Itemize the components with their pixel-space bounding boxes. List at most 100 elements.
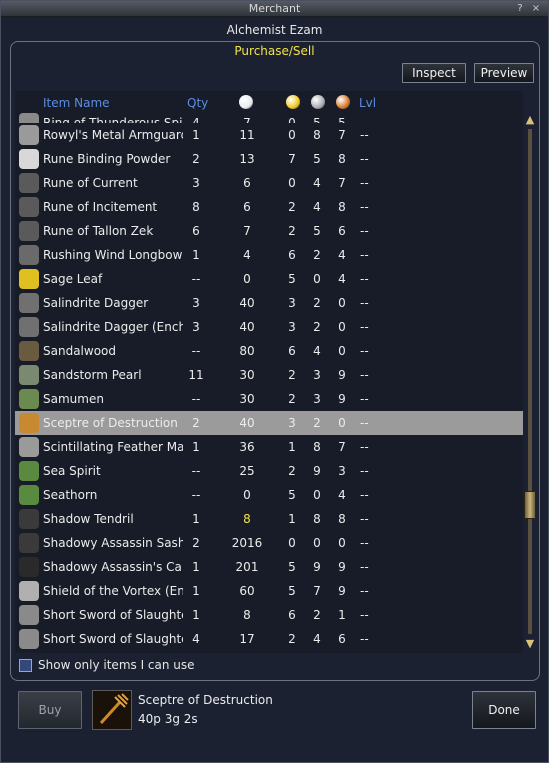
item-price-copper: 6 [338,632,346,646]
table-row[interactable]: Rushing Wind Longbow 1 4 6 2 4 -- [15,243,523,267]
table-row[interactable]: Salindrite Dagger (Encha 3 40 3 2 0 -- [15,315,523,339]
item-level: -- [360,116,369,123]
item-price-platinum: 13 [239,152,255,166]
gold-coin-icon[interactable] [286,95,300,109]
item-price-copper: 4 [338,272,346,286]
preview-button[interactable]: Preview [474,63,534,83]
column-header-level[interactable]: Lvl [359,96,376,110]
scroll-thumb[interactable] [524,491,536,519]
item-price-gold: 5 [288,272,296,286]
item-name: Rune of Incitement [43,200,158,214]
item-price-silver: 5 [313,224,321,238]
item-name: Seathorn [43,488,98,502]
cloak-icon [19,557,39,577]
table-row[interactable]: Shield of the Vortex (Ench 1 60 5 7 9 -- [15,579,523,603]
powder-icon [19,149,39,169]
item-price-silver: 3 [313,368,321,382]
sword-icon [19,629,39,649]
buy-button[interactable]: Buy [18,691,82,729]
item-qty: 6 [192,224,200,238]
item-level: -- [360,128,369,142]
item-price-copper: 9 [338,392,346,406]
sash-icon [19,533,39,553]
table-row[interactable]: Rowyl's Metal Armguards 1 11 0 8 7 -- [15,123,523,147]
item-level: -- [360,176,369,190]
table-row[interactable]: Rune Binding Powder 2 13 7 5 8 -- [15,147,523,171]
item-price-gold: 3 [288,320,296,334]
item-price-platinum: 6 [243,176,251,190]
sword-icon [19,605,39,625]
scroll-track[interactable] [528,129,532,634]
item-price-gold: 1 [288,512,296,526]
item-price-platinum: 60 [239,584,255,598]
platinum-coin-icon[interactable] [239,95,253,109]
help-icon[interactable]: ? [514,3,526,15]
item-qty: 1 [192,560,200,574]
item-price-copper: 8 [338,152,346,166]
item-qty: 2 [192,416,200,430]
list-scrollbar[interactable]: ▲ ▼ [523,113,537,653]
table-row[interactable]: Rune of Tallon Zek 6 7 2 5 6 -- [15,219,523,243]
item-level: -- [360,584,369,598]
item-name: Sage Leaf [43,272,103,286]
close-icon[interactable]: × [530,3,542,15]
item-price-gold: 2 [288,464,296,478]
item-price-platinum: 40 [239,320,255,334]
table-row[interactable]: Ring of Thunderous Spirit 4 7 0 5 5 -- [15,111,523,123]
item-price-platinum: 8 [243,608,251,622]
item-price-silver: 2 [313,416,321,430]
column-header-qty[interactable]: Qty [187,96,208,110]
item-price-silver: 4 [313,176,321,190]
table-row[interactable]: Shadowy Assassin Sash 2 2016 0 0 0 -- [15,531,523,555]
scroll-down-icon[interactable]: ▼ [523,637,537,651]
item-qty: 1 [192,584,200,598]
item-qty: -- [191,392,201,406]
table-row[interactable]: Rune of Incitement 8 6 2 4 8 -- [15,195,523,219]
table-row[interactable]: Rune of Current 3 6 0 4 7 -- [15,171,523,195]
table-row[interactable]: Sandalwood -- 80 6 4 0 -- [15,339,523,363]
item-price-platinum: 0 [243,272,251,286]
item-price-gold: 6 [288,608,296,622]
title-bar[interactable]: Merchant ? × [1,1,548,17]
item-price-silver: 0 [313,272,321,286]
table-row[interactable]: Sandstorm Pearl 11 30 2 3 9 -- [15,363,523,387]
item-level: -- [360,152,369,166]
item-name: Scintillating Feather Mas [43,440,183,454]
item-price-copper: 8 [338,512,346,526]
scroll-up-icon[interactable]: ▲ [523,113,537,127]
copper-coin-icon[interactable] [336,95,350,109]
item-price-gold: 0 [288,536,296,550]
item-name: Shadowy Assassin's Ca [43,560,182,574]
item-qty: 1 [192,248,200,262]
item-price-copper: 7 [338,176,346,190]
item-price-platinum: 2016 [231,536,263,550]
inspect-button[interactable]: Inspect [402,63,466,83]
item-qty: -- [191,488,201,502]
table-row[interactable]: Sceptre of Destruction 2 40 3 2 0 -- [15,411,523,435]
item-price-copper: 0 [338,296,346,310]
done-button[interactable]: Done [472,691,536,729]
table-row[interactable]: Shadowy Assassin's Ca 1 201 5 9 9 -- [15,555,523,579]
item-name: Short Sword of Slaughter [43,608,183,622]
item-price-silver: 2 [313,248,321,262]
item-price-platinum: 40 [239,296,255,310]
table-row[interactable]: Shadow Tendril 1 8 1 8 8 -- [15,507,523,531]
table-row[interactable]: Scintillating Feather Mas 1 36 1 8 7 -- [15,435,523,459]
usable-only-checkbox[interactable] [19,659,32,672]
table-row[interactable]: Samumen -- 30 2 3 9 -- [15,387,523,411]
silver-coin-icon[interactable] [311,95,325,109]
item-price-platinum: 25 [239,464,255,478]
leaf-icon [19,269,39,289]
table-row[interactable]: Short Sword of Slaughter 4 17 2 4 6 -- [15,627,523,651]
table-row[interactable]: Sage Leaf -- 0 5 0 4 -- [15,267,523,291]
item-level: -- [360,608,369,622]
table-row[interactable]: Sea Spirit -- 25 2 9 3 -- [15,459,523,483]
table-row[interactable]: Seathorn -- 0 5 0 4 -- [15,483,523,507]
item-qty: 3 [192,176,200,190]
table-row[interactable]: Salindrite Dagger 3 40 3 2 0 -- [15,291,523,315]
item-level: -- [360,416,369,430]
table-row[interactable]: Short Sword of Slaughter 1 8 6 2 1 -- [15,603,523,627]
mode-label: Purchase/Sell [234,44,315,58]
item-name: Sandstorm Pearl [43,368,142,382]
column-header-name[interactable]: Item Name [43,96,110,110]
